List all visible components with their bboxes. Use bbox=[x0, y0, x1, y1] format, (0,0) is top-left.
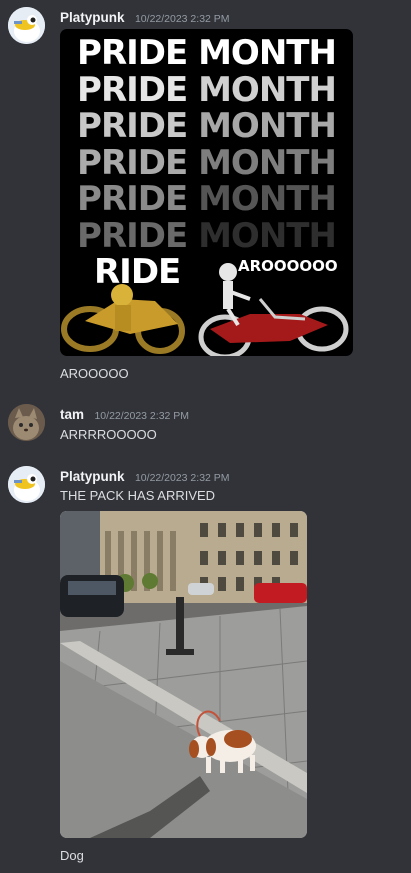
username[interactable]: Platypunk bbox=[60, 10, 125, 25]
message-text: AROOOOO bbox=[60, 366, 129, 381]
dog-photo[interactable] bbox=[60, 511, 307, 838]
message-1: Platypunk 10/22/2023 2:32 PM PRIDE MONTH… bbox=[0, 0, 411, 395]
message-text: THE PACK HAS ARRIVED bbox=[60, 488, 216, 503]
timestamp: 10/22/2023 2:32 PM bbox=[134, 13, 230, 25]
message-header: Platypunk 10/22/2023 2:32 PM bbox=[60, 468, 230, 486]
message-text: ARRRROOOOO bbox=[60, 427, 157, 442]
platypus-avatar-icon[interactable] bbox=[8, 7, 45, 44]
aroo-badge: AROOOOOO bbox=[238, 257, 338, 275]
photo-caption: Dog bbox=[60, 848, 84, 863]
platypus-avatar-icon[interactable] bbox=[8, 466, 45, 503]
cat-avatar-icon[interactable] bbox=[8, 404, 45, 441]
pride-month-image[interactable]: PRIDE MONTH PRIDE MONTH PRIDE MONTH PRIDE M… bbox=[60, 29, 353, 356]
message-header: tam 10/22/2023 2:32 PM bbox=[60, 406, 189, 424]
username[interactable]: tam bbox=[60, 407, 84, 422]
username[interactable]: Platypunk bbox=[60, 469, 125, 484]
timestamp: 10/22/2023 2:32 PM bbox=[134, 472, 230, 484]
message-header: Platypunk 10/22/2023 2:32 PM bbox=[60, 9, 230, 27]
message-2: tam 10/22/2023 2:32 PM ARRRROOOOO bbox=[0, 395, 411, 455]
motorcycle-skeletons-illustration bbox=[61, 263, 349, 356]
timestamp: 10/22/2023 2:32 PM bbox=[94, 410, 190, 422]
